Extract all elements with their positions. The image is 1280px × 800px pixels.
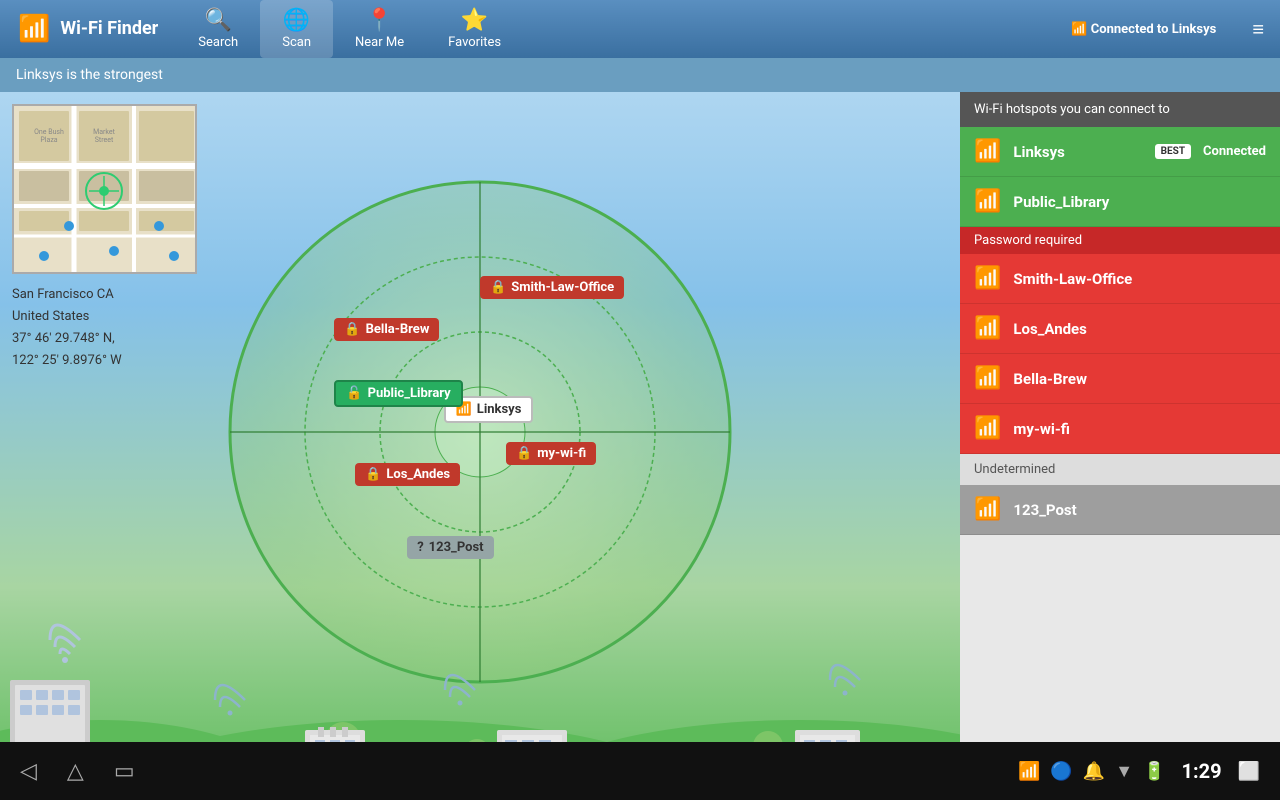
android-status-area: 📶 🔵 🔔 ▼ 🔋 1:29 ⬜ xyxy=(1018,759,1260,783)
wifi-icon-123-post: 📶 xyxy=(974,497,1001,522)
wifi-icon-public-library: 📶 xyxy=(974,189,1001,214)
nav-favorites[interactable]: ⭐ Favorites xyxy=(426,0,523,58)
favorites-icon: ⭐ xyxy=(461,8,488,33)
unknown-icon: ? xyxy=(417,540,423,555)
recents-button[interactable]: ▭ xyxy=(114,759,135,784)
hotspot-panel-title: Wi-Fi hotspots you can connect to xyxy=(960,92,1280,127)
nav-near-me-label: Near Me xyxy=(355,35,404,50)
location-info: San Francisco CA United States 37° 46' 2… xyxy=(12,284,122,372)
wifi-connected-icon: 📶 xyxy=(1071,22,1090,37)
android-nav-left: ◁ △ ▭ xyxy=(20,759,135,784)
lock-icon-2: 🔒 xyxy=(490,280,506,295)
wifi-icon-linksys: 📶 xyxy=(974,139,1001,164)
app-name: Wi-Fi Finder xyxy=(60,19,158,39)
radar-123-post-name: 123_Post xyxy=(429,540,484,555)
wifi-logo-icon: 📶 xyxy=(18,14,50,44)
map-thumbnail[interactable]: One Bush Plaza Market Street xyxy=(12,104,197,274)
hotspot-linksys-name: Linksys xyxy=(1013,143,1142,161)
hotspot-my-wifi-name: my-wi-fi xyxy=(1013,420,1266,438)
connected-prefix: Connected to xyxy=(1091,22,1172,37)
radar-smith-law-name: Smith-Law-Office xyxy=(511,280,614,295)
battery-indicator: ⬜ xyxy=(1238,761,1260,782)
android-navigation: ◁ △ ▭ 📶 🔵 🔔 ▼ 🔋 1:29 ⬜ xyxy=(0,742,1280,800)
nav-search-label: Search xyxy=(198,35,238,50)
svg-text:One Bush: One Bush xyxy=(34,128,64,136)
radar-linksys-name: Linksys xyxy=(477,402,522,417)
wifi-icon-my-wifi: 📶 xyxy=(974,416,1001,441)
padlock-open-icon: 🔓 xyxy=(346,386,362,401)
radar-bella-brew[interactable]: 🔒 Bella-Brew xyxy=(334,318,439,341)
radar-123-post[interactable]: ? 123_Post xyxy=(407,536,493,559)
hotspot-los-andes-name: Los_Andes xyxy=(1013,320,1266,338)
radar-bella-brew-name: Bella-Brew xyxy=(366,322,430,337)
android-signal-icon: 🔵 xyxy=(1050,761,1072,782)
top-navigation: 📶 Wi-Fi Finder 🔍 Search 🌐 Scan 📍 Near Me… xyxy=(0,0,1280,58)
wifi-icon-los-andes: 📶 xyxy=(974,316,1001,341)
location-coords2: 122° 25' 9.8976° W xyxy=(12,350,122,372)
app-logo: 📶 Wi-Fi Finder xyxy=(0,14,176,44)
location-coords1: 37° 46' 29.748° N, xyxy=(12,328,122,350)
radar-los-andes-name: Los_Andes xyxy=(386,467,450,482)
main-content: Linksys is the strongest xyxy=(0,58,1280,800)
location-country: United States xyxy=(12,306,122,328)
hotspot-linksys[interactable]: 📶 Linksys BEST Connected xyxy=(960,127,1280,177)
svg-text:Street: Street xyxy=(95,136,114,144)
radar-public-library[interactable]: 🔓 Public_Library xyxy=(334,380,462,407)
hamburger-menu[interactable]: ≡ xyxy=(1236,17,1280,42)
radar-public-library-name: Public_Library xyxy=(368,386,451,401)
nav-favorites-label: Favorites xyxy=(448,35,501,50)
location-city: San Francisco CA xyxy=(12,284,122,306)
hotspot-123-post[interactable]: 📶 123_Post xyxy=(960,485,1280,535)
status-message: Linksys is the strongest xyxy=(16,67,163,83)
radar-panel: One Bush Plaza Market Street xyxy=(0,92,960,800)
status-icons: 📶 🔵 🔔 ▼ 🔋 xyxy=(1018,761,1166,782)
android-store-icon: ▼ xyxy=(1115,761,1133,782)
hotspot-smith-law[interactable]: 📶 Smith-Law-Office xyxy=(960,254,1280,304)
radar-my-wifi-name: my-wi-fi xyxy=(537,446,586,461)
radar-los-andes[interactable]: 🔒 Los_Andes xyxy=(355,463,460,486)
radar-my-wifi[interactable]: 🔒 my-wi-fi xyxy=(506,442,596,465)
near-me-icon: 📍 xyxy=(366,8,393,33)
android-notification-icon: 🔔 xyxy=(1083,761,1105,782)
nav-items: 🔍 Search 🌐 Scan 📍 Near Me ⭐ Favorites xyxy=(176,0,1071,58)
search-icon: 🔍 xyxy=(205,8,232,33)
connected-label: Connected xyxy=(1203,144,1266,159)
lock-icon-3: 🔒 xyxy=(365,467,381,482)
android-clock: 1:29 xyxy=(1182,759,1222,783)
status-bar: Linksys is the strongest xyxy=(0,58,1280,92)
connected-info: 📶 Connected to Linksys xyxy=(1071,22,1236,37)
scan-icon: 🌐 xyxy=(283,8,310,33)
nav-near-me[interactable]: 📍 Near Me xyxy=(333,0,426,58)
content-row: One Bush Plaza Market Street xyxy=(0,92,1280,800)
wifi-icon-smith-law: 📶 xyxy=(974,266,1001,291)
password-required-header: Password required xyxy=(960,227,1280,254)
hotspot-public-library[interactable]: 📶 Public_Library xyxy=(960,177,1280,227)
hotspot-los-andes[interactable]: 📶 Los_Andes xyxy=(960,304,1280,354)
back-button[interactable]: ◁ xyxy=(20,759,37,784)
undetermined-header: Undetermined xyxy=(960,454,1280,485)
hotspot-bella-brew-name: Bella-Brew xyxy=(1013,370,1266,388)
android-wifi-icon: 📶 xyxy=(1018,761,1040,782)
right-panel: Wi-Fi hotspots you can connect to 📶 Link… xyxy=(960,92,1280,800)
nav-scan[interactable]: 🌐 Scan xyxy=(260,0,333,58)
hotspot-public-library-name: Public_Library xyxy=(1013,193,1266,211)
radar-smith-law[interactable]: 🔒 Smith-Law-Office xyxy=(480,276,624,299)
nav-scan-label: Scan xyxy=(282,35,311,50)
nav-search[interactable]: 🔍 Search xyxy=(176,0,260,58)
lock-icon-4: 🔒 xyxy=(516,446,532,461)
wifi-icon-bella-brew: 📶 xyxy=(974,366,1001,391)
lock-icon-1: 🔒 xyxy=(344,322,360,337)
home-button[interactable]: △ xyxy=(67,759,84,784)
best-badge: BEST xyxy=(1155,144,1191,159)
svg-text:Market: Market xyxy=(93,128,115,136)
svg-text:Plaza: Plaza xyxy=(40,136,57,144)
android-battery-icon: 🔋 xyxy=(1143,761,1165,782)
hotspot-smith-law-name: Smith-Law-Office xyxy=(1013,270,1266,288)
connected-network-name: Linksys xyxy=(1172,22,1217,37)
hotspot-my-wifi[interactable]: 📶 my-wi-fi xyxy=(960,404,1280,454)
android-extra-status: ⬜ xyxy=(1238,761,1260,782)
hotspot-123-post-name: 123_Post xyxy=(1013,501,1266,519)
hotspot-bella-brew[interactable]: 📶 Bella-Brew xyxy=(960,354,1280,404)
